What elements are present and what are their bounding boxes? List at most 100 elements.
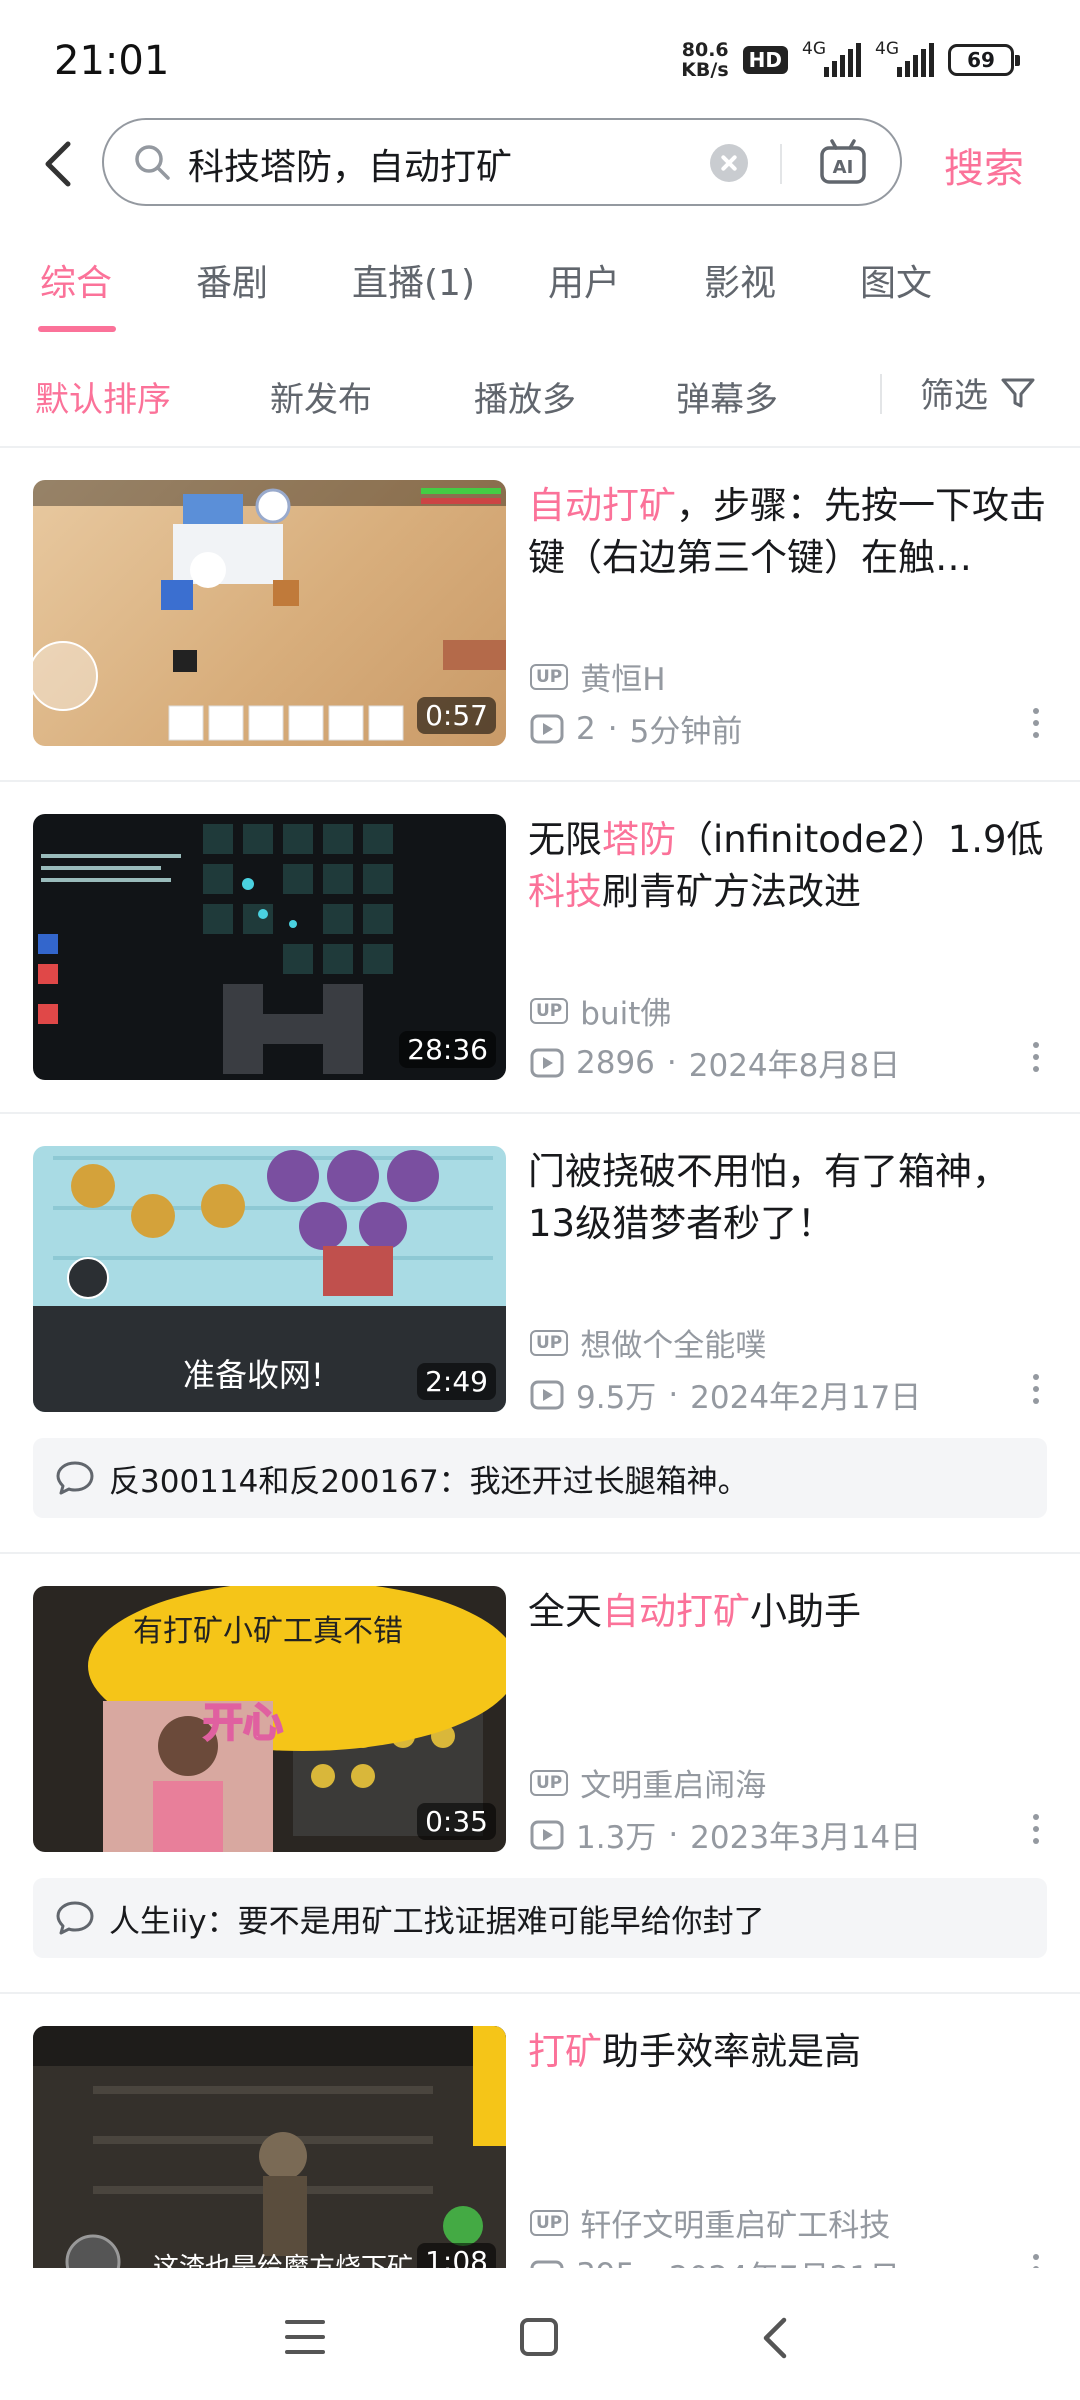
uploader-row[interactable]: UP 想做个全能噗 (530, 1320, 766, 1365)
video-title[interactable]: 无限塔防（infinitode2）1.9低科技刷青矿方法改进 (528, 814, 1048, 918)
stat-separator: · (668, 1816, 679, 1853)
video-thumbnail[interactable]: 0:57 (33, 480, 506, 746)
signal-icon: 4G (802, 39, 861, 77)
title-highlight: 自动打矿 (528, 484, 676, 527)
comment-text: 人生iiy：要不是用矿工找证据难可能早给你封了 (109, 1903, 765, 1940)
stat-separator: · (607, 710, 618, 747)
title-text: 小助手 (750, 1590, 861, 1633)
result-divider (0, 780, 1080, 782)
result-divider (0, 1552, 1080, 1554)
ai-label: AI (833, 157, 854, 178)
tab-articles[interactable]: 图文 (860, 254, 932, 306)
filter-label: 筛选 (920, 376, 988, 416)
play-count-icon (530, 2260, 564, 2268)
nav-home-icon[interactable] (520, 2318, 558, 2356)
sort-bar: 默认排序 新发布 播放多 弹幕多 筛选 (0, 350, 1080, 446)
video-result-5[interactable]: 这渣也是给魔方烧下矿 1:08 打矿助手效率就是高 UP 轩仔文明重启矿工科技 … (0, 2026, 1080, 2268)
video-title[interactable]: 自动打矿，步骤：先按一下攻击键（右边第三个键）在触… (528, 480, 1048, 584)
search-results-page: 21:01 80.6 KB/s HD 4G 4G 69 科技塔防，自动打矿 AI… (0, 0, 1080, 2400)
search-header: 科技塔防，自动打矿 AI 搜索 (0, 116, 1080, 212)
filter-icon (1001, 378, 1035, 407)
more-icon[interactable] (1030, 2254, 1042, 2268)
search-input[interactable]: 科技塔防，自动打矿 AI (102, 118, 902, 206)
tab-users[interactable]: 用户 (548, 254, 620, 306)
more-icon[interactable] (1030, 1042, 1042, 1078)
video-title[interactable]: 打矿助手效率就是高 (528, 2026, 1048, 2078)
more-icon[interactable] (1030, 708, 1042, 744)
tab-live[interactable]: 直播(1) (352, 254, 475, 306)
play-count: 9.5万 (576, 1380, 657, 1416)
signal-icon-2: 4G (875, 39, 934, 77)
publish-date: 2023年3月14日 (690, 1820, 922, 1856)
filter-button[interactable]: 筛选 (920, 368, 1036, 417)
uploader-row[interactable]: UP buit佛 (530, 988, 671, 1033)
video-title[interactable]: 全天自动打矿小助手 (528, 1586, 1048, 1638)
up-badge-icon: UP (530, 1329, 569, 1356)
video-duration: 2:49 (417, 1363, 496, 1400)
video-result-4[interactable]: 有打矿小矿工真不错 开心 0:35 全天自动打矿小助手 UP 文明重启闹海 1.… (0, 1586, 1080, 1856)
top-comment[interactable]: 人生iiy：要不是用矿工找证据难可能早给你封了 (33, 1878, 1047, 1958)
uploader-row[interactable]: UP 文明重启闹海 (530, 1760, 766, 1805)
uploader-name: buit佛 (580, 996, 672, 1032)
stat-separator: · (668, 1376, 679, 1413)
nav-menu-icon[interactable] (285, 2320, 325, 2354)
comment-icon (56, 1901, 94, 1935)
comment-text: 反300114和反200167：我还开过长腿箱神。 (109, 1463, 749, 1500)
title-text: 全天 (528, 1590, 602, 1633)
ai-icon[interactable]: AI (818, 138, 868, 188)
uploader-name: 轩仔文明重启矿工科技 (580, 2208, 891, 2244)
video-result-2[interactable]: 28:36 无限塔防（infinitode2）1.9低科技刷青矿方法改进 UP … (0, 814, 1080, 1084)
net-speed-value: 80.6 (681, 39, 729, 61)
sort-default[interactable]: 默认排序 (35, 372, 171, 421)
hd-icon: HD (742, 46, 788, 74)
video-result-1[interactable]: 0:57 自动打矿，步骤：先按一下攻击键（右边第三个键）在触… UP 黄恒H 2… (0, 480, 1080, 750)
video-stats: 2896 · 2024年8月8日 (530, 1040, 900, 1085)
video-duration: 0:35 (417, 1803, 496, 1840)
sort-newest[interactable]: 新发布 (270, 372, 372, 421)
top-comment[interactable]: 反300114和反200167：我还开过长腿箱神。 (33, 1438, 1047, 1518)
play-count-icon (530, 1820, 564, 1849)
publish-date: 2024年2月17日 (690, 1380, 922, 1416)
uploader-name: 黄恒H (580, 662, 666, 698)
tab-movies[interactable]: 影视 (704, 254, 776, 306)
signal-label: 4G (802, 39, 826, 59)
video-title[interactable]: 门被挠破不用怕，有了箱神，13级猎梦者秒了！ (528, 1146, 1048, 1250)
play-count: 1.3万 (576, 1820, 657, 1856)
search-button[interactable]: 搜索 (944, 136, 1024, 194)
video-result-3[interactable]: 准备收网! 2:49 门被挠破不用怕，有了箱神，13级猎梦者秒了！ UP 想做个… (0, 1146, 1080, 1416)
nav-back-icon[interactable] (756, 2316, 796, 2360)
title-text: （infinitode2）1.9低 (676, 818, 1044, 861)
active-tab-indicator (38, 326, 116, 332)
battery-icon: 69 (948, 44, 1020, 76)
video-stats: 2 · 5分钟前 (530, 706, 742, 751)
search-query-text: 科技塔防，自动打矿 (188, 147, 513, 188)
title-highlight: 科技 (528, 870, 602, 913)
play-count-icon (530, 714, 564, 743)
more-icon[interactable] (1030, 1814, 1042, 1850)
uploader-row[interactable]: UP 轩仔文明重启矿工科技 (530, 2200, 890, 2245)
status-time: 21:01 (54, 38, 170, 84)
video-thumbnail[interactable]: 有打矿小矿工真不错 开心 0:35 (33, 1586, 506, 1852)
play-count: 2896 (576, 1044, 655, 1081)
sort-most-danmaku[interactable]: 弹幕多 (676, 372, 778, 421)
battery-level: 69 (967, 48, 995, 72)
publish-date: 2024年7月21日 (669, 2252, 900, 2268)
comment-icon (56, 1461, 94, 1495)
uploader-name: 文明重启闹海 (580, 1768, 767, 1804)
video-stats: 1.3万 · 2023年3月14日 (530, 1812, 921, 1857)
video-thumbnail[interactable]: 这渣也是给魔方烧下矿 1:08 (33, 2026, 506, 2268)
tab-bangumi[interactable]: 番剧 (196, 254, 268, 306)
uploader-row[interactable]: UP 黄恒H (530, 654, 666, 699)
thumbnail-caption: 这渣也是给魔方烧下矿 (153, 2253, 413, 2268)
video-duration: 0:57 (417, 697, 496, 734)
more-icon[interactable] (1030, 1374, 1042, 1410)
clear-icon[interactable] (710, 144, 748, 182)
tab-all[interactable]: 综合 (40, 254, 112, 306)
search-icon (135, 145, 170, 180)
back-arrow-icon[interactable] (36, 136, 84, 192)
video-thumbnail[interactable]: 准备收网! 2:49 (33, 1146, 506, 1412)
thumbnail-caption-2: 开心 (203, 1700, 283, 1746)
signal-label-2: 4G (875, 39, 899, 59)
video-thumbnail[interactable]: 28:36 (33, 814, 506, 1080)
sort-most-played[interactable]: 播放多 (474, 372, 576, 421)
